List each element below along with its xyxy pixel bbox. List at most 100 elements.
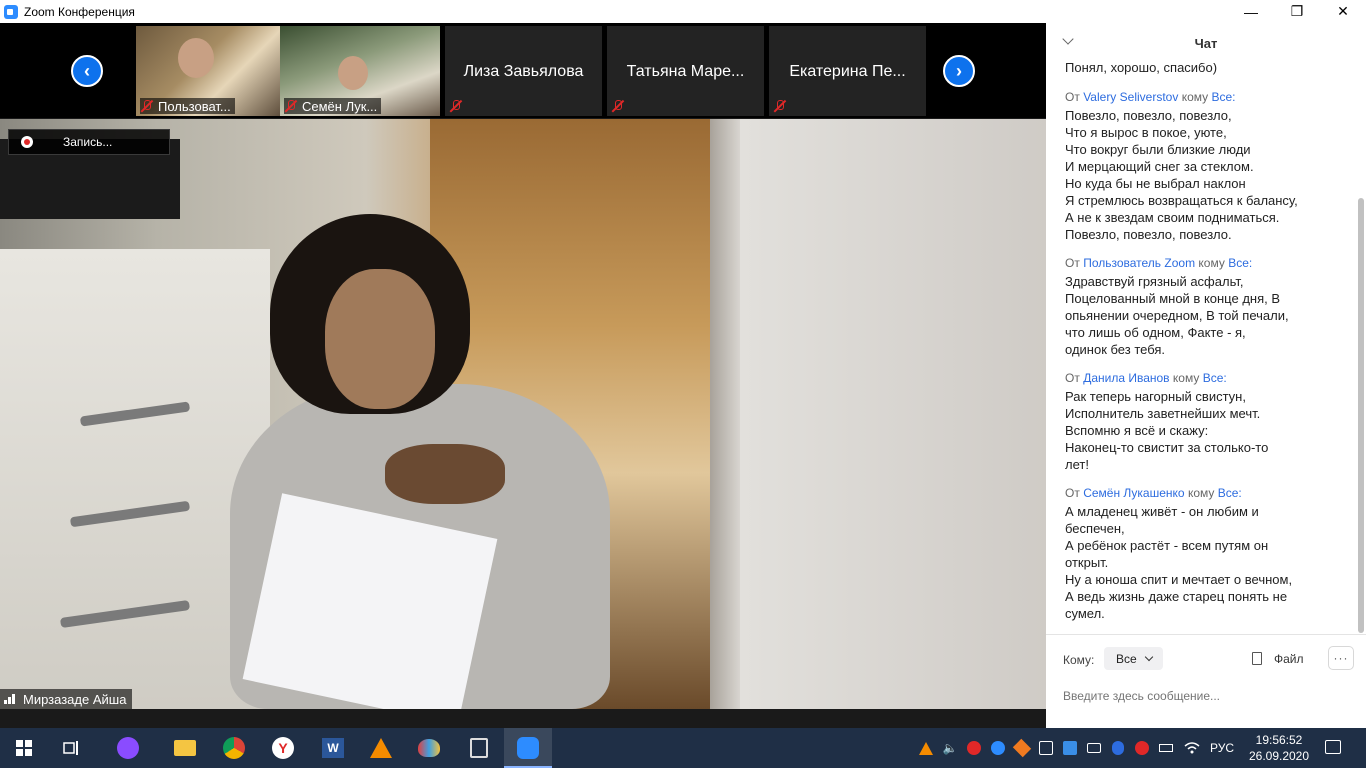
chat-scrollbar-thumb[interactable]: [1358, 198, 1364, 633]
chat-panel: Чат Понял, хорошо, спасибо) От Valery Se…: [1046, 23, 1366, 728]
chat-message-input[interactable]: [1063, 689, 1353, 703]
zoom-app-icon: [4, 4, 18, 19]
more-options-button[interactable]: ···: [1328, 646, 1354, 670]
message-line: Рак теперь нагорный свистун,: [1065, 389, 1246, 404]
message-sender[interactable]: Семён Лукашенко: [1083, 486, 1184, 500]
message-sender[interactable]: Valery Seliverstov: [1083, 90, 1178, 104]
message-header: От Пользователь Zoom кому Все:: [1065, 255, 1345, 272]
participant-name: Семён Лук...: [302, 98, 378, 114]
minimize-button[interactable]: —: [1228, 0, 1274, 23]
maximize-button[interactable]: ❐: [1274, 0, 1320, 23]
record-icon: [21, 136, 33, 148]
file-icon: [1252, 652, 1262, 665]
message-line: сумел.: [1065, 606, 1105, 621]
zoom-tray-icon[interactable]: [990, 740, 1006, 756]
video-handle: [59, 600, 191, 628]
previous-page-button[interactable]: ‹: [71, 55, 103, 87]
battery-icon[interactable]: [1158, 740, 1174, 756]
participant-thumbnail[interactable]: Лиза Завьялова: [445, 26, 602, 116]
system-clock[interactable]: 19:56:52 26.09.2020: [1244, 732, 1314, 764]
video-wall: [740, 119, 1046, 709]
chat-messages[interactable]: Понял, хорошо, спасибо) От Valery Selive…: [1046, 63, 1366, 633]
chat-header: Чат: [1046, 23, 1366, 63]
wifi-icon[interactable]: [1184, 740, 1200, 756]
calculator-tray-icon[interactable]: [1062, 740, 1078, 756]
message-sender[interactable]: Данила Иванов: [1083, 371, 1169, 385]
notification-center-icon[interactable]: [1325, 740, 1341, 754]
participant-thumbnail[interactable]: Пользоват...: [136, 26, 293, 116]
recipient-select-value: Все: [1116, 651, 1137, 666]
alice-assistant-icon[interactable]: [115, 735, 141, 761]
next-page-button[interactable]: ›: [943, 55, 975, 87]
message-line: Наконец-то свистит за столько-то: [1065, 440, 1269, 455]
message-line: А младенец живёт - он любим и: [1065, 504, 1259, 519]
participant-name-tag: [611, 98, 633, 114]
message-line: что лишь об одном, Факте - я,: [1065, 325, 1246, 340]
microphone-muted-icon: [611, 99, 625, 113]
clock-date: 26.09.2020: [1248, 749, 1310, 763]
yandex-tray-icon[interactable]: [966, 740, 982, 756]
message-line: Что вокруг были близкие люди: [1065, 142, 1251, 157]
message-line: И мерцающий снег за стеклом.: [1065, 159, 1254, 174]
participant-thumbnail[interactable]: Семён Лук...: [280, 26, 440, 116]
snipping-tool-icon[interactable]: [466, 735, 492, 761]
bluetooth-icon[interactable]: [1110, 740, 1126, 756]
paint-icon[interactable]: [416, 735, 442, 761]
keyboard-tray-icon[interactable]: [1086, 740, 1102, 756]
message-line: А ведь жизнь даже старец понять не: [1065, 589, 1288, 604]
message-line: Повезло, повезло, повезло,: [1065, 108, 1232, 123]
chat-message-cut-off: Понял, хорошо, спасибо): [1065, 63, 1218, 75]
zoom-taskbar-icon[interactable]: [515, 735, 541, 761]
window-controls: — ❐ ✕: [1228, 0, 1366, 23]
close-button[interactable]: ✕: [1320, 0, 1366, 23]
message-sender[interactable]: Пользователь Zoom: [1083, 256, 1195, 270]
task-view-icon[interactable]: [59, 735, 85, 761]
yandex-browser-icon[interactable]: Y: [270, 735, 296, 761]
chevron-left-icon: ‹: [84, 60, 90, 81]
microphone-muted-icon: [284, 99, 298, 113]
participant-name-tag: [773, 98, 795, 114]
chat-title: Чат: [1194, 35, 1218, 51]
participant-name: Лиза Завьялова: [463, 63, 584, 80]
fox-tray-icon[interactable]: [1012, 738, 1032, 758]
message-to-prefix: кому: [1181, 90, 1209, 104]
recipient-select[interactable]: Все: [1104, 647, 1163, 670]
video-handle: [69, 500, 191, 528]
chrome-icon[interactable]: [221, 735, 247, 761]
message-recipient[interactable]: Все:: [1218, 486, 1242, 500]
recording-indicator[interactable]: Запись...: [8, 129, 170, 155]
chat-footer: Кому: Все Файл ···: [1046, 635, 1366, 728]
message-line: Вспомню я всё и скажу:: [1065, 423, 1209, 438]
volume-icon[interactable]: 🔈: [942, 740, 958, 756]
security-tray-icon[interactable]: [1134, 740, 1150, 756]
message-recipient[interactable]: Все:: [1211, 90, 1235, 104]
participant-name: Татьяна Маре...: [626, 63, 745, 80]
file-button[interactable]: Файл: [1252, 647, 1304, 670]
participant-thumbnail[interactable]: Татьяна Маре...: [607, 26, 764, 116]
network-tray-icon[interactable]: [1038, 740, 1054, 756]
vlc-tray-icon[interactable]: [918, 740, 934, 756]
participant-video-face: [178, 38, 214, 78]
active-speaker-video: Запись... Мирзазаде Айша: [0, 119, 1046, 709]
vlc-icon[interactable]: [368, 735, 394, 761]
message-line: Но куда бы не выбрал наклон: [1065, 176, 1246, 191]
chat-message: От Семён Лукашенко кому Все: А младенец …: [1065, 485, 1345, 622]
word-icon[interactable]: W: [320, 735, 346, 761]
file-explorer-icon[interactable]: [172, 735, 198, 761]
chevron-right-icon: ›: [956, 60, 962, 81]
message-line: Исполнитель заветнейших мечт.: [1065, 406, 1261, 421]
signal-strength-icon: [4, 694, 18, 704]
message-recipient[interactable]: Все:: [1228, 256, 1252, 270]
chat-message: От Пользователь Zoom кому Все: Здравству…: [1065, 255, 1345, 358]
chat-scrollbar[interactable]: [1358, 68, 1364, 633]
participant-thumbnail[interactable]: Екатерина Пе...: [769, 26, 926, 116]
speaker-name: Мирзазаде Айша: [23, 691, 127, 707]
language-indicator[interactable]: РУС: [1210, 741, 1234, 755]
chevron-down-icon[interactable]: [1062, 33, 1074, 45]
video-person: [230, 214, 610, 709]
windows-start-icon[interactable]: [11, 735, 37, 761]
chat-message: От Valery Seliverstov кому Все: Повезло,…: [1065, 89, 1345, 243]
window-title: Zoom Конференция: [24, 4, 135, 19]
message-recipient[interactable]: Все:: [1203, 371, 1227, 385]
message-header: От Valery Seliverstov кому Все:: [1065, 89, 1345, 106]
